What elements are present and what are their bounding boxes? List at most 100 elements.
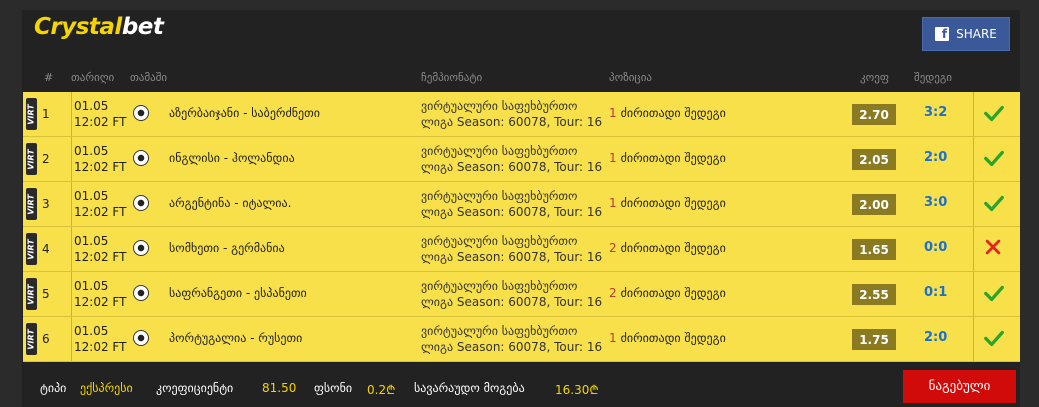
virtual-badge: VIRT [26, 143, 37, 175]
table-row: VIRT 6 01.05 12:02 FT პორტუგალია - რუსეთი ვირ… [23, 317, 1020, 362]
match-datetime: 01.05 12:02 FT [74, 143, 126, 175]
type-label: ტიპი [40, 381, 67, 395]
row-divider [973, 92, 974, 136]
table-row: VIRT 5 01.05 12:02 FT საფრანგეთი - ესპანეთი ვ… [23, 272, 1020, 317]
match-name[interactable]: ინგლისი - ჰოლანდია [169, 151, 295, 165]
submit-button[interactable]: ნაგებული [903, 370, 1016, 403]
match-date: 01.05 [74, 324, 109, 338]
soccer-ball-icon [133, 105, 149, 121]
match-name[interactable]: აზერბაიჯანი - საბერძნეთი [169, 106, 320, 120]
row-number: 3 [42, 197, 50, 211]
position-label: ძირითადი შედეგი [620, 331, 726, 345]
price-value: 0.2₾ [367, 383, 396, 397]
match-name[interactable]: სომხეთი - გერმანია [169, 241, 285, 255]
match-result: 0:0 [924, 240, 948, 255]
championship-line1: ვირტუალური საფეხბურთო [421, 279, 578, 293]
col-result: შედეგი [914, 71, 952, 84]
match-name[interactable]: არგენტინა - იტალია. [169, 196, 291, 210]
payout-label: სავარაუდო მოგება [414, 381, 525, 395]
odd-badge: 1.65 [852, 239, 896, 260]
table-header: # თარიღი თამაში ჩემპიონატი პოზიცია კოეფ … [22, 63, 1020, 91]
match-date: 01.05 [74, 234, 109, 248]
virtual-badge: VIRT [26, 233, 37, 265]
position-number: 2 [609, 241, 617, 255]
championship-line1: ვირტუალური საფეხბურთო [421, 99, 578, 113]
position-label: ძირითადი შედეგი [620, 151, 726, 165]
virtual-badge: VIRT [26, 278, 37, 310]
share-label: SHARE [956, 27, 997, 41]
championship-line2: ლიგა Season: 60078, Tour: 16 [421, 160, 603, 174]
table-row: VIRT 4 01.05 12:02 FT სომხეთი - გერმანია ვირტ… [23, 227, 1020, 272]
championship: ვირტუალური საფეხბურთო ლიგა Season: 60078,… [421, 278, 602, 310]
championship: ვირტუალური საფეხბურთო ლიგა Season: 60078,… [421, 233, 602, 265]
virtual-badge-text: VIRT [27, 148, 36, 170]
virtual-badge-text: VIRT [27, 193, 36, 215]
col-num: # [44, 71, 54, 84]
check-icon [983, 102, 1007, 126]
match-time: 12:02 FT [74, 205, 127, 219]
position: 1 ძირითადი შედეგი [609, 106, 726, 120]
position-label: ძირითადი შედეგი [620, 106, 726, 120]
championship-line2: ლიგა Season: 60078, Tour: 16 [421, 340, 603, 354]
coef-label: კოეფიციენტი [156, 381, 234, 395]
summary-bar: ტიპი ექსპრესი კოეფიციენტი 81.50 ფსონი 0.… [22, 363, 1020, 407]
facebook-icon: f [935, 27, 950, 41]
bets-table: VIRT 1 01.05 12:02 FT აზერბაიჯანი - საბერძნე… [23, 92, 1020, 362]
championship-line1: ვირტუალური საფეხბურთო [421, 234, 578, 248]
position-number: 1 [609, 151, 617, 165]
position-label: ძირითადი შედეგი [620, 286, 726, 300]
row-divider [71, 182, 72, 226]
match-datetime: 01.05 12:02 FT [74, 323, 126, 355]
check-icon [983, 282, 1007, 306]
soccer-ball-icon [133, 240, 149, 256]
row-divider [71, 137, 72, 181]
col-date: თარიღი [71, 71, 115, 84]
match-name[interactable]: პორტუგალია - რუსეთი [169, 331, 302, 345]
virtual-badge: VIRT [26, 323, 37, 355]
share-button[interactable]: f SHARE [922, 17, 1010, 51]
position-number: 2 [609, 286, 617, 300]
match-datetime: 01.05 12:02 FT [74, 188, 126, 220]
match-result: 2:0 [924, 150, 948, 165]
virtual-badge-text: VIRT [27, 238, 36, 260]
virtual-badge: VIRT [26, 188, 37, 220]
championship-line2: ლიგა Season: 60078, Tour: 16 [421, 205, 603, 219]
position: 2 ძირითადი შედეგი [609, 286, 726, 300]
check-icon [983, 192, 1007, 216]
position: 1 ძირითადი შედეგი [609, 196, 726, 210]
odd-badge: 2.70 [852, 104, 896, 125]
match-result: 2:0 [924, 330, 948, 345]
match-time: 12:02 FT [74, 160, 127, 174]
row-divider [973, 137, 974, 181]
championship: ვირტუალური საფეხბურთო ლიგა Season: 60078,… [421, 98, 602, 130]
virtual-badge-text: VIRT [27, 283, 36, 305]
cross-icon [983, 237, 1007, 261]
championship-line2: ლიგა Season: 60078, Tour: 16 [421, 295, 603, 309]
championship: ვირტუალური საფეხბურთო ლიგა Season: 60078,… [421, 143, 602, 175]
match-date: 01.05 [74, 99, 109, 113]
odd-badge: 2.55 [852, 284, 896, 305]
row-number: 4 [42, 242, 50, 256]
soccer-ball-icon [133, 195, 149, 211]
row-divider [973, 317, 974, 361]
championship-line2: ლიგა Season: 60078, Tour: 16 [421, 115, 603, 129]
payout-value: 16.30₾ [555, 383, 599, 397]
col-championship: ჩემპიონატი [421, 71, 483, 84]
position-number: 1 [609, 106, 617, 120]
match-name[interactable]: საფრანგეთი - ესპანეთი [169, 286, 307, 300]
championship-line1: ვირტუალური საფეხბურთო [421, 189, 578, 203]
match-datetime: 01.05 12:02 FT [74, 233, 126, 265]
col-match: თამაში [130, 71, 168, 84]
row-number: 1 [42, 107, 50, 121]
virtual-badge-text: VIRT [27, 103, 36, 125]
soccer-ball-icon [133, 285, 149, 301]
championship-line1: ვირტუალური საფეხბურთო [421, 144, 578, 158]
match-result: 3:2 [924, 105, 948, 120]
crystalbet-logo[interactable]: Crystalbet [34, 14, 164, 40]
odd-badge: 1.75 [852, 329, 896, 350]
row-number: 2 [42, 152, 50, 166]
match-date: 01.05 [74, 279, 109, 293]
position: 2 ძირითადი შედეგი [609, 241, 726, 255]
match-time: 12:02 FT [74, 340, 127, 354]
position-number: 1 [609, 331, 617, 345]
